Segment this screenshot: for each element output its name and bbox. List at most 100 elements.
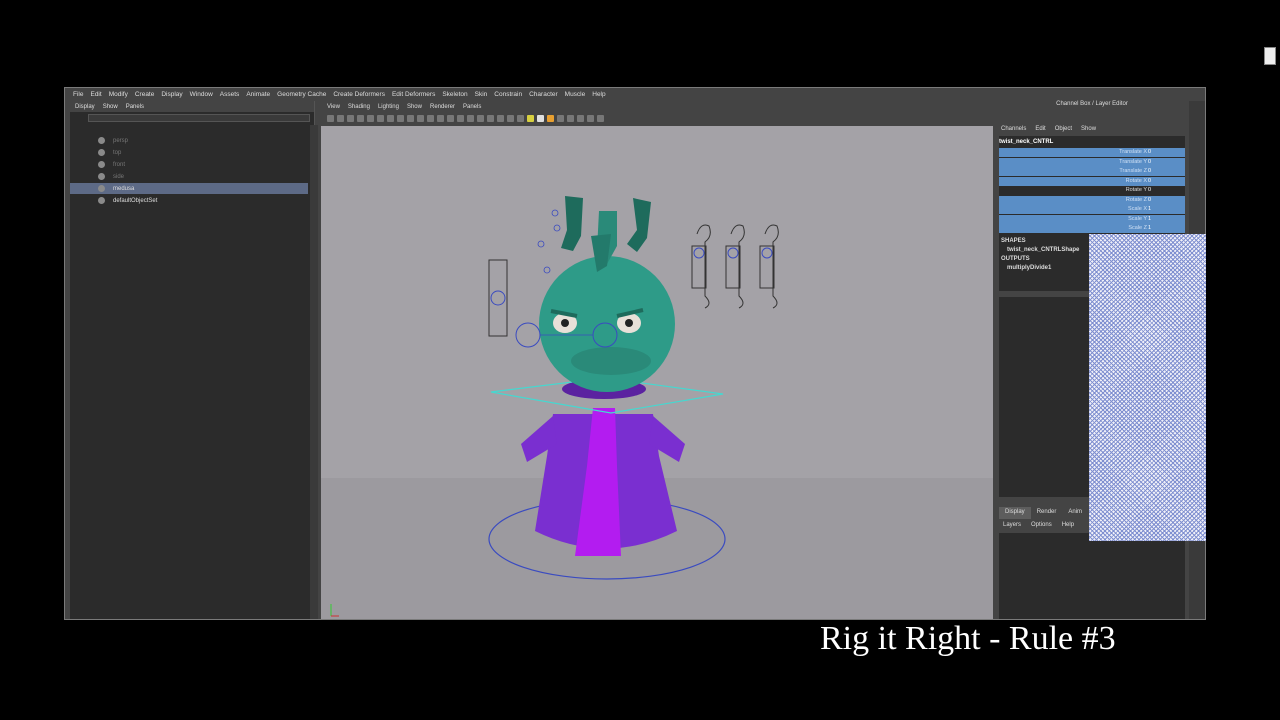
toolbar-tool-icon[interactable]: [557, 114, 564, 122]
toolbar-tool-icon[interactable]: [467, 114, 474, 122]
toolbar-tool-icon[interactable]: [457, 114, 464, 122]
attribute-value[interactable]: 1: [1148, 216, 1151, 222]
outliner-item[interactable]: medusa: [70, 183, 308, 194]
toolbar-tool-icon[interactable]: [377, 114, 384, 122]
viewport-menu-renderer[interactable]: Renderer: [430, 104, 455, 110]
channel-attribute-row[interactable]: Scale Y1: [999, 214, 1185, 224]
outliner-item[interactable]: side: [70, 171, 308, 182]
toolbar-tool-icon[interactable]: [567, 114, 574, 122]
menu-create[interactable]: Create: [135, 91, 155, 98]
attribute-value[interactable]: 1: [1148, 206, 1151, 212]
viewport-menu-shading[interactable]: Shading: [348, 104, 370, 110]
viewport-menu-show[interactable]: Show: [407, 104, 422, 110]
channel-attribute-row[interactable]: Rotate Z0: [999, 195, 1185, 205]
menu-animate[interactable]: Animate: [246, 91, 270, 98]
outliner-item[interactable]: persp: [70, 135, 308, 146]
channel-attribute-row[interactable]: Translate X0: [999, 148, 1185, 157]
layer-tab-display[interactable]: Display: [999, 507, 1031, 519]
menu-geometry-cache[interactable]: Geometry Cache: [277, 91, 326, 98]
toolbar-tool-icon[interactable]: [487, 114, 494, 122]
layer-menu-help[interactable]: Help: [1062, 522, 1074, 532]
toolbar-tool-icon[interactable]: [357, 114, 364, 122]
toolbar-tool-icon[interactable]: [427, 114, 434, 122]
outliner-item[interactable]: defaultObjectSet: [70, 195, 308, 206]
menu-display[interactable]: Display: [161, 91, 182, 98]
toolbar-tool-icon[interactable]: [587, 114, 594, 122]
output-name[interactable]: multiplyDivide1: [1007, 265, 1051, 271]
menu-help[interactable]: Help: [592, 91, 605, 98]
toolbar-tool-icon[interactable]: [597, 114, 604, 122]
layer-tab-render[interactable]: Render: [1031, 507, 1063, 519]
attribute-value[interactable]: 0: [1148, 187, 1151, 193]
viewport-menu-view[interactable]: View: [327, 104, 340, 110]
toolbar-tool-icon[interactable]: [417, 114, 424, 122]
menu-modify[interactable]: Modify: [109, 91, 128, 98]
shapes-label: SHAPES: [1001, 238, 1026, 244]
outliner-item[interactable]: top: [70, 147, 308, 158]
outliner-scrollbar[interactable]: [310, 125, 318, 619]
maya-window: File Edit Modify Create Display Window Assets A…: [64, 87, 1206, 620]
toolbar-tool-icon[interactable]: [517, 114, 524, 122]
toolbar-tool-icon[interactable]: [347, 114, 354, 122]
menu-character[interactable]: Character: [529, 91, 558, 98]
toolbar-tool-icon[interactable]: [327, 114, 334, 122]
outliner-menu-show[interactable]: Show: [103, 104, 118, 110]
viewport-menu-panels[interactable]: Panels: [463, 104, 481, 110]
menu-muscle[interactable]: Muscle: [565, 91, 586, 98]
toolbar-tool-icon[interactable]: [507, 114, 514, 122]
layer-tab-anim[interactable]: Anim: [1062, 507, 1088, 519]
channel-menu-edit[interactable]: Edit: [1035, 126, 1045, 136]
toolbar-tool-icon[interactable]: [367, 114, 374, 122]
node-name[interactable]: twist_neck_CNTRL: [999, 139, 1053, 145]
layer-menu-options[interactable]: Options: [1031, 522, 1052, 532]
channel-attribute-row[interactable]: Translate Y0: [999, 157, 1185, 167]
viewport-menu-lighting[interactable]: Lighting: [378, 104, 399, 110]
attribute-value[interactable]: 0: [1148, 178, 1151, 184]
attribute-value[interactable]: 0: [1148, 149, 1151, 155]
toolbar-tool-icon[interactable]: [527, 114, 534, 122]
attribute-name: Rotate Z: [1125, 196, 1147, 203]
outliner-item[interactable]: front: [70, 159, 308, 170]
camera-icon: [98, 149, 105, 156]
channel-menu-show[interactable]: Show: [1081, 126, 1096, 136]
attribute-value[interactable]: 0: [1148, 197, 1151, 203]
toolbar-tool-icon[interactable]: [447, 114, 454, 122]
menu-window[interactable]: Window: [190, 91, 213, 98]
attribute-value[interactable]: 0: [1148, 159, 1151, 165]
toolbar-tool-icon[interactable]: [437, 114, 444, 122]
menu-edit[interactable]: Edit: [90, 91, 101, 98]
channel-attribute-row[interactable]: Scale X1: [999, 205, 1185, 214]
layer-menu-layers[interactable]: Layers: [1003, 522, 1021, 532]
menu-skeleton[interactable]: Skeleton: [442, 91, 467, 98]
attribute-value[interactable]: 0: [1148, 168, 1151, 174]
shape-name[interactable]: twist_neck_CNTRLShape: [1007, 247, 1079, 253]
toolbar-tool-icon[interactable]: [547, 114, 554, 122]
toolbar-tool-icon[interactable]: [387, 114, 394, 122]
attribute-value[interactable]: 1: [1148, 225, 1151, 231]
menu-constrain[interactable]: Constrain: [494, 91, 522, 98]
menu-edit-deformers[interactable]: Edit Deformers: [392, 91, 435, 98]
toolbar-tool-icon[interactable]: [497, 114, 504, 122]
menu-assets[interactable]: Assets: [220, 91, 240, 98]
toolbar-tool-icon[interactable]: [407, 114, 414, 122]
video-caption: Rig it Right - Rule #3: [820, 620, 1116, 657]
toolbar-tool-icon[interactable]: [337, 114, 344, 122]
toolbar-tool-icon[interactable]: [397, 114, 404, 122]
outliner-search-input[interactable]: [88, 114, 310, 122]
channel-menu-object[interactable]: Object: [1055, 126, 1072, 136]
channel-box-title: Channel Box / Layer Editor: [1056, 101, 1128, 107]
channel-attribute-row[interactable]: Rotate X0: [999, 176, 1185, 186]
toolbar-tool-icon[interactable]: [537, 114, 544, 122]
3d-viewport[interactable]: [321, 126, 993, 619]
channel-attribute-row[interactable]: Rotate Y0: [999, 186, 1185, 195]
channel-attribute-row[interactable]: Scale Z1: [999, 224, 1185, 233]
toolbar-tool-icon[interactable]: [477, 114, 484, 122]
outliner-menu-display[interactable]: Display: [75, 104, 95, 110]
menu-skin[interactable]: Skin: [475, 91, 488, 98]
outliner-menu-panels[interactable]: Panels: [126, 104, 144, 110]
menu-create-deformers[interactable]: Create Deformers: [333, 91, 385, 98]
channel-menu-channels[interactable]: Channels: [1001, 126, 1026, 136]
menu-file[interactable]: File: [73, 91, 83, 98]
toolbar-tool-icon[interactable]: [577, 114, 584, 122]
channel-attribute-row[interactable]: Translate Z0: [999, 167, 1185, 176]
